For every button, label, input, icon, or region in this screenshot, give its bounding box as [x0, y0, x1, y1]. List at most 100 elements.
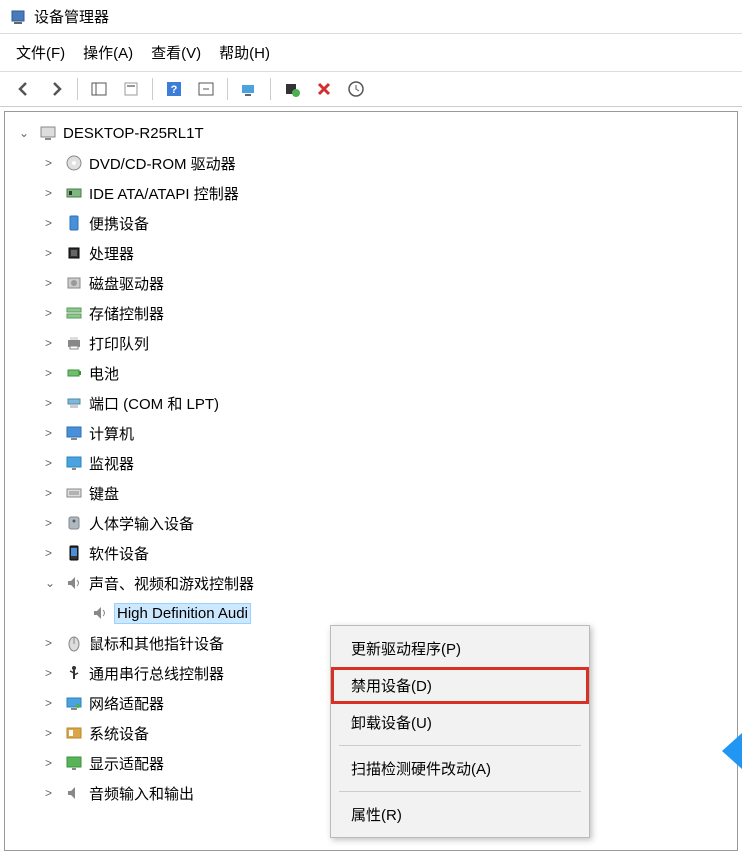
- show-hide-tree-button[interactable]: [85, 76, 113, 102]
- ctx-update-driver[interactable]: 更新驱动程序(P): [331, 630, 589, 667]
- tree-category[interactable]: > 键盘: [5, 478, 737, 508]
- expand-icon[interactable]: >: [45, 336, 59, 350]
- category-label: 人体学输入设备: [89, 513, 194, 534]
- tree-category[interactable]: > IDE ATA/ATAPI 控制器: [5, 178, 737, 208]
- network-icon: [65, 694, 83, 712]
- svg-text:?: ?: [171, 84, 178, 96]
- category-label: 通用串行总线控制器: [89, 663, 224, 684]
- expand-icon[interactable]: >: [45, 636, 59, 650]
- menu-help[interactable]: 帮助(H): [219, 42, 270, 63]
- toolbar-separator: [227, 78, 228, 100]
- device-manager-icon: [10, 9, 26, 25]
- tree-category[interactable]: >端口 (COM 和 LPT): [5, 388, 737, 418]
- expand-icon[interactable]: >: [45, 276, 59, 290]
- forward-button[interactable]: [42, 76, 70, 102]
- expand-icon[interactable]: >: [45, 666, 59, 680]
- expand-icon[interactable]: >: [45, 246, 59, 260]
- tree-device[interactable]: High Definition Audi: [5, 598, 737, 628]
- tree-category[interactable]: >便携设备: [5, 208, 737, 238]
- tree-category[interactable]: ⌄ 声音、视频和游戏控制器: [5, 568, 737, 598]
- monitor-icon: [65, 454, 83, 472]
- menu-action[interactable]: 操作(A): [83, 42, 133, 63]
- expand-icon[interactable]: >: [45, 156, 59, 170]
- expand-icon[interactable]: >: [45, 186, 59, 200]
- sound-icon: [65, 574, 83, 592]
- expand-icon[interactable]: >: [45, 726, 59, 740]
- properties-button[interactable]: [117, 76, 145, 102]
- expand-icon[interactable]: >: [45, 216, 59, 230]
- software-icon: [65, 544, 83, 562]
- expand-icon[interactable]: >: [45, 696, 59, 710]
- category-label: 声音、视频和游戏控制器: [89, 573, 254, 594]
- category-label: 键盘: [89, 483, 119, 504]
- expand-icon[interactable]: >: [45, 456, 59, 470]
- category-label: 磁盘驱动器: [89, 273, 164, 294]
- expand-icon[interactable]: >: [45, 516, 59, 530]
- tree-category[interactable]: > 监视器: [5, 448, 737, 478]
- category-label: IDE ATA/ATAPI 控制器: [89, 183, 239, 204]
- expand-icon[interactable]: >: [45, 486, 59, 500]
- category-label: 打印队列: [89, 333, 149, 354]
- update-driver-button[interactable]: [342, 76, 370, 102]
- disk-icon: [65, 274, 83, 292]
- category-label: 处理器: [89, 243, 134, 264]
- ctx-uninstall-device[interactable]: 卸载设备(U): [331, 704, 589, 741]
- category-label: 显示适配器: [89, 753, 164, 774]
- uninstall-button[interactable]: [310, 76, 338, 102]
- expand-icon[interactable]: >: [45, 786, 59, 800]
- tree-category[interactable]: > 电池: [5, 358, 737, 388]
- category-label: 系统设备: [89, 723, 149, 744]
- ctx-separator: [339, 745, 581, 746]
- category-label: 鼠标和其他指针设备: [89, 633, 224, 654]
- display-icon: [65, 754, 83, 772]
- collapse-icon[interactable]: ⌄: [45, 576, 59, 590]
- category-label: 电池: [89, 363, 119, 384]
- ctx-properties[interactable]: 属性(R): [331, 796, 589, 833]
- toolbar-separator: [77, 78, 78, 100]
- toolbar-separator: [152, 78, 153, 100]
- port-icon: [65, 394, 83, 412]
- keyboard-icon: [65, 484, 83, 502]
- tree-root[interactable]: ⌄ DESKTOP-R25RL1T: [5, 118, 737, 148]
- expand-icon[interactable]: >: [45, 396, 59, 410]
- cpu-icon: [65, 244, 83, 262]
- category-label: 网络适配器: [89, 693, 164, 714]
- tree-category[interactable]: >存储控制器: [5, 298, 737, 328]
- computer-icon: [39, 124, 57, 142]
- category-label: 软件设备: [89, 543, 149, 564]
- expand-icon[interactable]: >: [45, 426, 59, 440]
- category-label: 监视器: [89, 453, 134, 474]
- ctx-scan-hardware[interactable]: 扫描检测硬件改动(A): [331, 750, 589, 787]
- computer-icon: [65, 424, 83, 442]
- root-label: DESKTOP-R25RL1T: [63, 125, 204, 142]
- back-button[interactable]: [10, 76, 38, 102]
- tree-category[interactable]: >计算机: [5, 418, 737, 448]
- usb-icon: [65, 664, 83, 682]
- enable-button[interactable]: [278, 76, 306, 102]
- sound-icon: [91, 604, 109, 622]
- expand-icon[interactable]: >: [45, 366, 59, 380]
- expand-icon[interactable]: >: [45, 756, 59, 770]
- tree-category[interactable]: > 磁盘驱动器: [5, 268, 737, 298]
- toolbar: ?: [0, 72, 742, 107]
- help-button[interactable]: ?: [160, 76, 188, 102]
- storage-icon: [65, 304, 83, 322]
- ctx-separator: [339, 791, 581, 792]
- menu-file[interactable]: 文件(F): [16, 42, 65, 63]
- device-label: High Definition Audi: [115, 604, 250, 623]
- tree-category[interactable]: > 软件设备: [5, 538, 737, 568]
- tree-category[interactable]: > 打印队列: [5, 328, 737, 358]
- disc-icon: [65, 154, 83, 172]
- menu-view[interactable]: 查看(V): [151, 42, 201, 63]
- tree-category[interactable]: > 处理器: [5, 238, 737, 268]
- action-button[interactable]: [192, 76, 220, 102]
- tree-category[interactable]: >DVD/CD-ROM 驱动器: [5, 148, 737, 178]
- ctx-disable-device[interactable]: 禁用设备(D): [331, 667, 589, 704]
- tree-category[interactable]: > 人体学输入设备: [5, 508, 737, 538]
- expander-icon[interactable]: ⌄: [19, 126, 33, 140]
- ide-icon: [65, 184, 83, 202]
- mouse-icon: [65, 634, 83, 652]
- scan-hardware-button[interactable]: [235, 76, 263, 102]
- expand-icon[interactable]: >: [45, 306, 59, 320]
- expand-icon[interactable]: >: [45, 546, 59, 560]
